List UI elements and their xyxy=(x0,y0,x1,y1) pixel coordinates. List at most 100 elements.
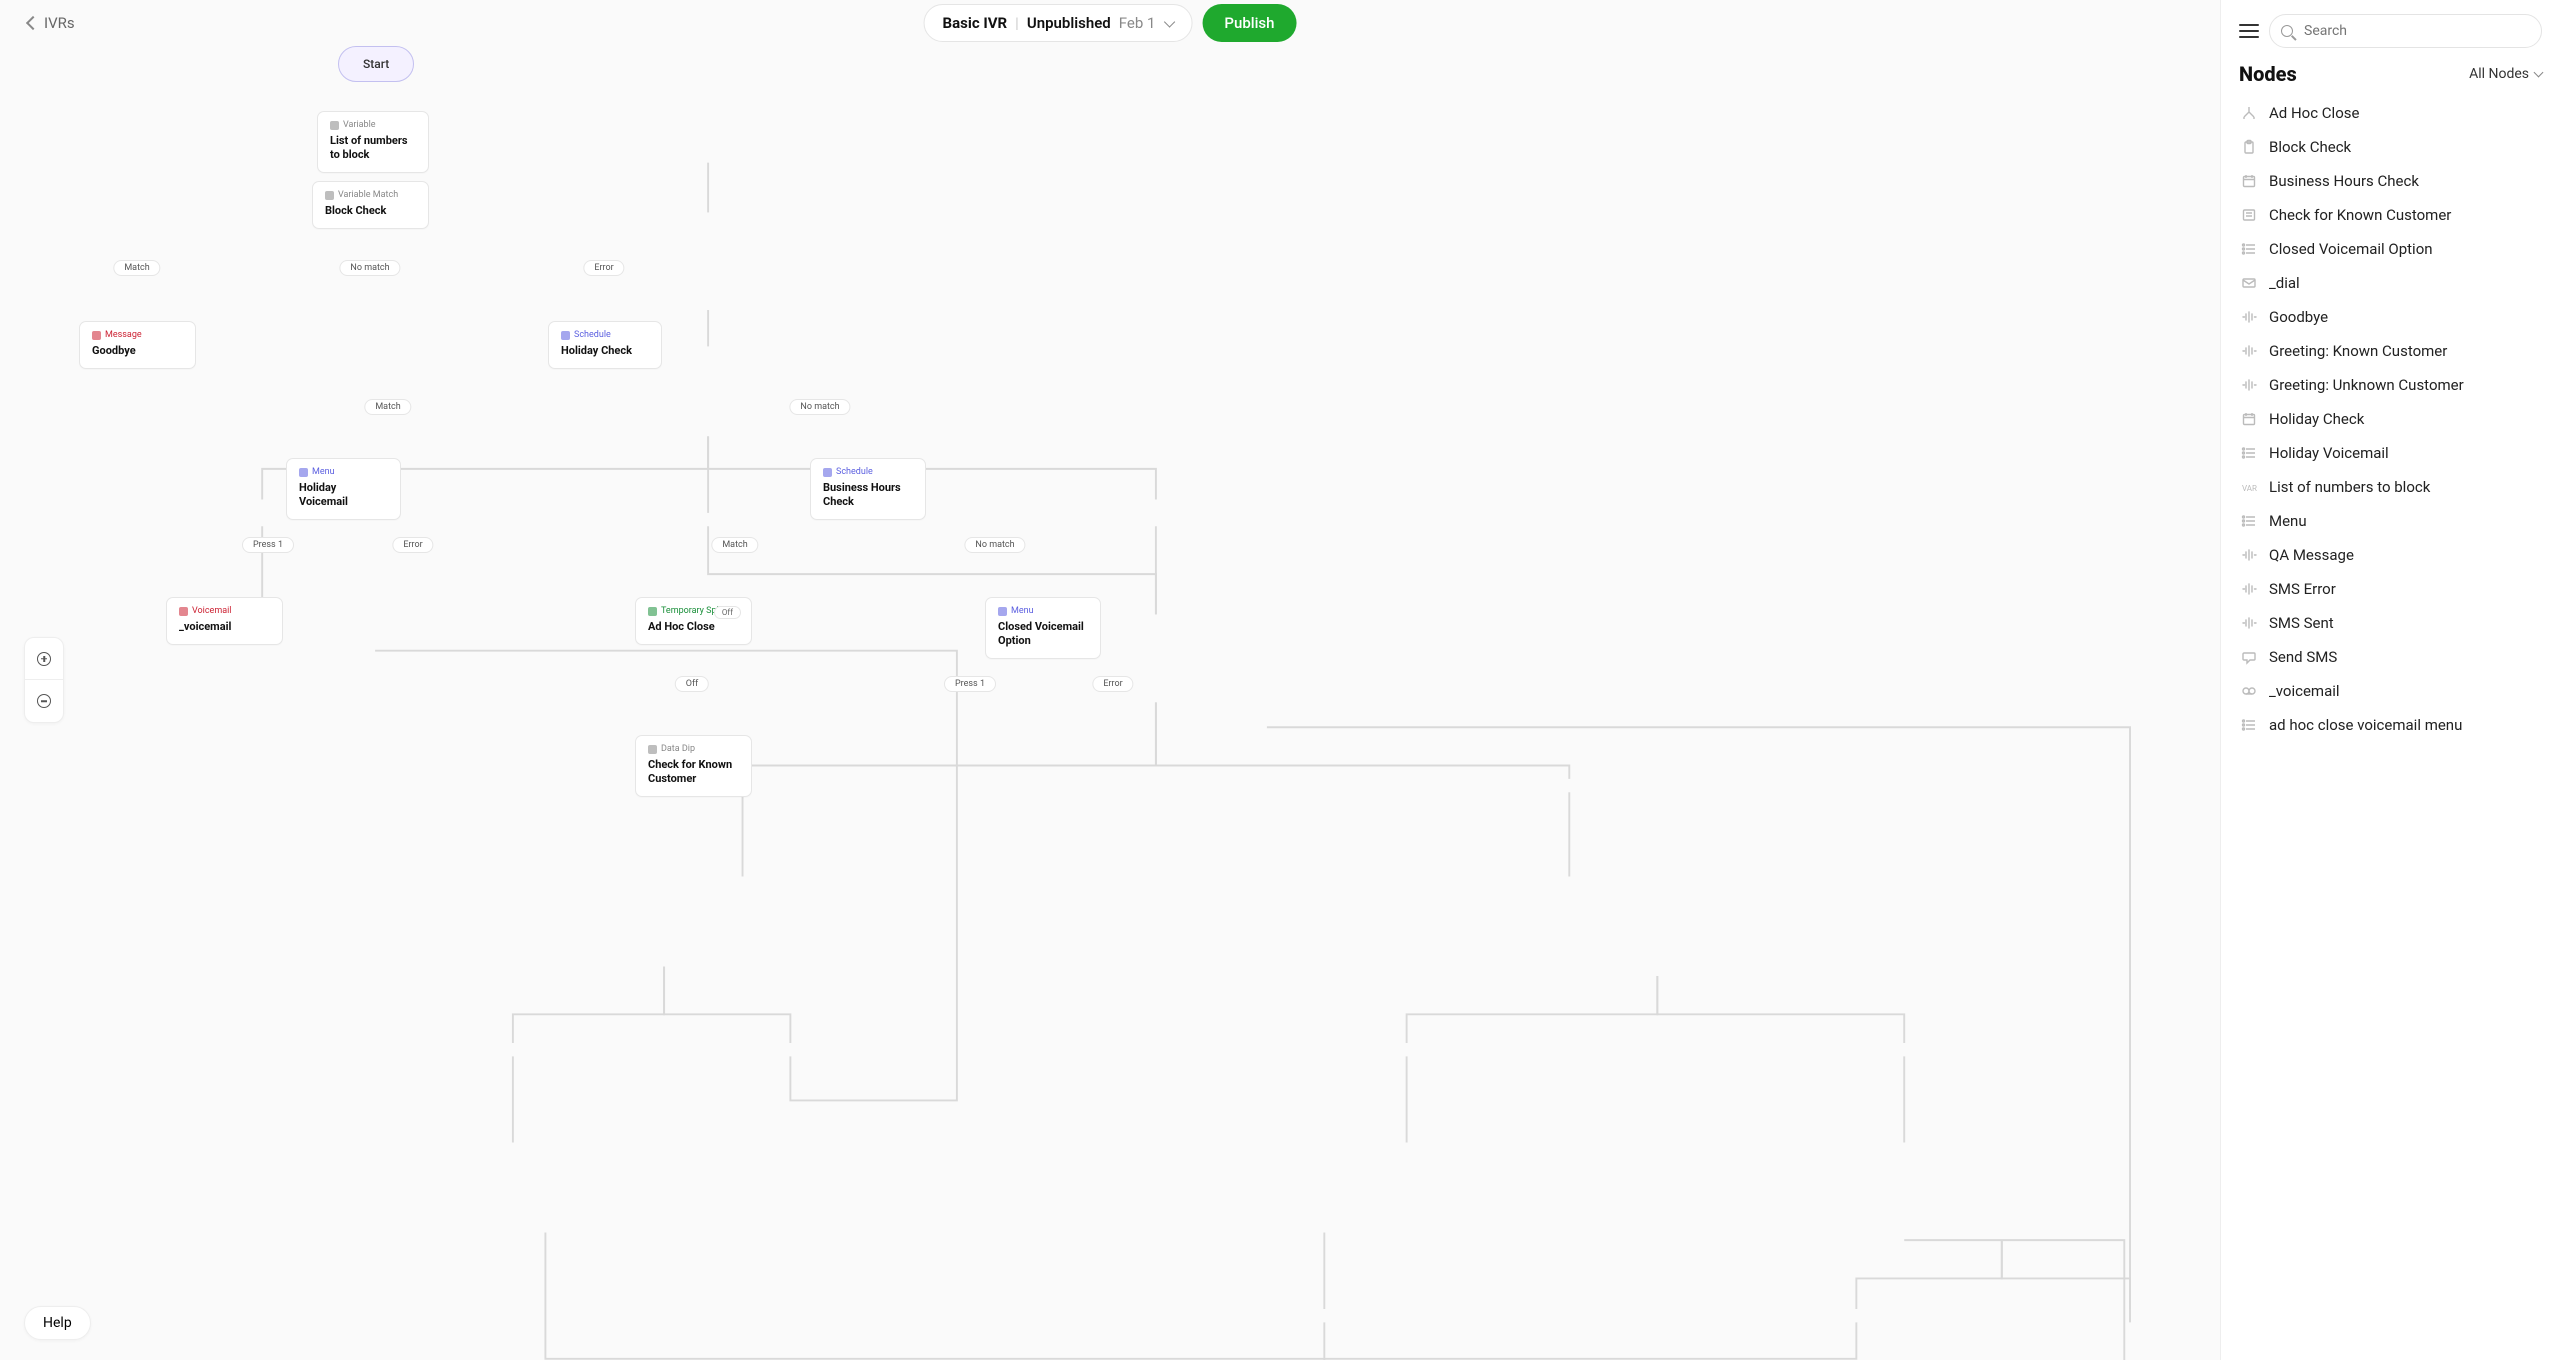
data-icon xyxy=(2241,207,2257,223)
ivr-status: Unpublished xyxy=(1027,14,1111,32)
ivr-title-pill[interactable]: Basic IVR | Unpublished Feb 1 xyxy=(924,4,1193,42)
search-icon xyxy=(2281,25,2293,37)
minus-icon xyxy=(37,694,51,708)
edge-label: No match xyxy=(789,399,850,415)
node-list-item-label: Goodbye xyxy=(2269,308,2328,326)
node-list-item-label: Ad Hoc Close xyxy=(2269,104,2359,122)
node-check-known-customer[interactable]: Data Dip Check for Known Customer xyxy=(635,735,752,797)
node-list-item[interactable]: SMS Sent xyxy=(2239,606,2542,640)
node-variable[interactable]: Variable List of numbers to block xyxy=(317,111,429,173)
node-list-item-label: Menu xyxy=(2269,512,2307,530)
node-list: Ad Hoc Close Block Check Business Hours Ch… xyxy=(2239,96,2542,742)
audio-icon xyxy=(2241,343,2257,359)
search-input[interactable] xyxy=(2269,14,2542,48)
variable-icon xyxy=(330,121,339,130)
calendar-icon xyxy=(2241,411,2257,427)
node-list-item-label: Greeting: Unknown Customer xyxy=(2269,376,2464,394)
node-list-item[interactable]: Block Check xyxy=(2239,130,2542,164)
list-toggle-icon[interactable] xyxy=(2239,24,2259,38)
nodes-panel: Nodes All Nodes Ad Hoc Close Block Check B… xyxy=(2220,0,2560,1360)
node-list-item[interactable]: Check for Known Customer xyxy=(2239,198,2542,232)
node-closed-voicemail-option[interactable]: Menu Closed Voicemail Option xyxy=(985,597,1101,659)
menu-icon xyxy=(299,468,308,477)
node-list-item[interactable]: Holiday Voicemail xyxy=(2239,436,2542,470)
node-list-item[interactable]: Menu xyxy=(2239,504,2542,538)
node-holiday-voicemail[interactable]: Menu Holiday Voicemail xyxy=(286,458,401,520)
node-list-item-label: SMS Error xyxy=(2269,580,2336,598)
chevron-down-icon xyxy=(2534,68,2544,78)
node-list-item[interactable]: Send SMS xyxy=(2239,640,2542,674)
voicemail-icon xyxy=(179,607,188,616)
audio-icon xyxy=(2241,309,2257,325)
edge-label: Press 1 xyxy=(242,537,294,553)
node-list-item[interactable]: Closed Voicemail Option xyxy=(2239,232,2542,266)
node-list-item[interactable]: SMS Error xyxy=(2239,572,2542,606)
ivr-name: Basic IVR xyxy=(943,14,1008,32)
node-list-item[interactable]: Greeting: Known Customer xyxy=(2239,334,2542,368)
node-list-item-label: Holiday Voicemail xyxy=(2269,444,2389,462)
node-list-item[interactable]: ad hoc close voicemail menu xyxy=(2239,708,2542,742)
variable-match-icon xyxy=(325,191,334,200)
node-list-item-label: Check for Known Customer xyxy=(2269,206,2451,224)
clipboard-icon xyxy=(2241,139,2257,155)
node-list-item[interactable]: Ad Hoc Close xyxy=(2239,96,2542,130)
help-button[interactable]: Help xyxy=(24,1306,91,1340)
split-icon xyxy=(648,607,657,616)
node-list-item-label: Greeting: Known Customer xyxy=(2269,342,2447,360)
node-list-item-label: SMS Sent xyxy=(2269,614,2334,632)
svg-text:VAR: VAR xyxy=(2242,484,2257,493)
voicemail-icon xyxy=(2241,683,2257,699)
node-list-item[interactable]: Goodbye xyxy=(2239,300,2542,334)
ivr-date: Feb 1 xyxy=(1119,14,1156,32)
node-list-item-label: List of numbers to block xyxy=(2269,478,2430,496)
adhoc-tag: Off xyxy=(714,606,741,619)
audio-icon xyxy=(2241,377,2257,393)
zoom-controls xyxy=(24,637,64,723)
edge-label: Error xyxy=(583,260,624,276)
node-list-item-label: _voicemail xyxy=(2269,682,2340,700)
nodes-filter-dropdown[interactable]: All Nodes xyxy=(2469,66,2542,82)
start-node[interactable]: Start xyxy=(338,46,414,82)
edge-label: Off xyxy=(675,676,709,692)
node-list-item-label: Holiday Check xyxy=(2269,410,2364,428)
edge-label: Error xyxy=(392,537,433,553)
node-holiday-check[interactable]: Schedule Holiday Check xyxy=(548,321,662,369)
node-voicemail[interactable]: Voicemail _voicemail xyxy=(166,597,283,645)
node-list-item[interactable]: _dial xyxy=(2239,266,2542,300)
zoom-out-button[interactable] xyxy=(25,680,63,722)
node-list-item-label: _dial xyxy=(2269,274,2300,292)
node-list-item-label: Business Hours Check xyxy=(2269,172,2419,190)
sms-icon xyxy=(2241,649,2257,665)
node-list-item[interactable]: QA Message xyxy=(2239,538,2542,572)
audio-icon xyxy=(2241,547,2257,563)
audio-icon xyxy=(2241,581,2257,597)
audio-icon xyxy=(2241,615,2257,631)
split-icon xyxy=(2241,105,2257,121)
node-list-item[interactable]: VAR List of numbers to block xyxy=(2239,470,2542,504)
menu-icon xyxy=(998,607,1007,616)
node-list-item[interactable]: Holiday Check xyxy=(2239,402,2542,436)
mail-icon xyxy=(2241,275,2257,291)
back-to-ivrs[interactable]: IVRs xyxy=(28,14,75,32)
edge-label: No match xyxy=(339,260,400,276)
node-list-item-label: ad hoc close voicemail menu xyxy=(2269,716,2462,734)
edge-label: No match xyxy=(964,537,1025,553)
node-goodbye[interactable]: Message Goodbye xyxy=(79,321,196,369)
schedule-icon xyxy=(823,468,832,477)
node-list-item[interactable]: Business Hours Check xyxy=(2239,164,2542,198)
zoom-in-button[interactable] xyxy=(25,638,63,680)
node-list-item[interactable]: _voicemail xyxy=(2239,674,2542,708)
flow-canvas[interactable]: Start Variable List of numbers to block … xyxy=(0,0,2220,1360)
node-list-item-label: QA Message xyxy=(2269,546,2354,564)
node-list-item-label: Closed Voicemail Option xyxy=(2269,240,2433,258)
publish-button[interactable]: Publish xyxy=(1202,4,1296,42)
node-block-check[interactable]: Variable Match Block Check xyxy=(312,181,429,229)
node-ad-hoc-close[interactable]: Temporary Split Ad Hoc Close Off xyxy=(635,597,752,645)
node-list-item[interactable]: Greeting: Unknown Customer xyxy=(2239,368,2542,402)
chevron-left-icon xyxy=(26,16,40,30)
node-business-hours-check[interactable]: Schedule Business Hours Check xyxy=(810,458,926,520)
panel-title: Nodes xyxy=(2239,62,2297,86)
edge-label: Match xyxy=(113,260,160,276)
list-icon xyxy=(2241,717,2257,733)
plus-icon xyxy=(37,652,51,666)
